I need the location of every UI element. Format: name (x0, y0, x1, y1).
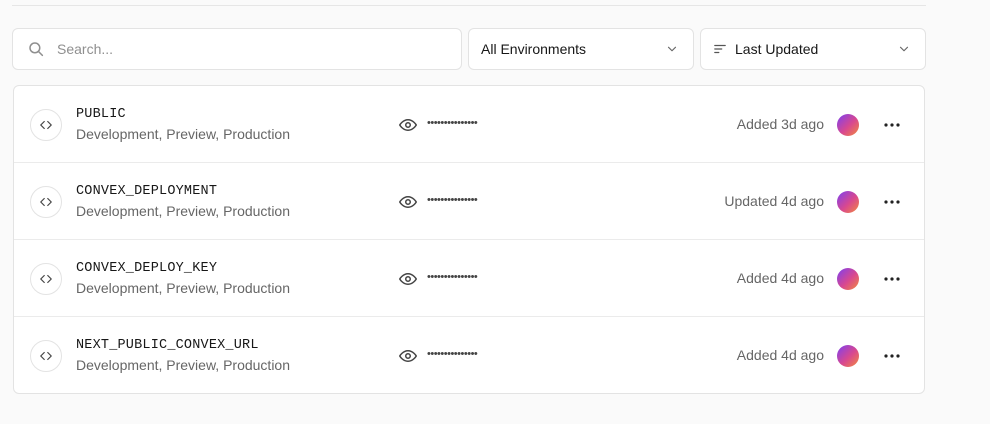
masked-value: ••••••••••••••• (427, 271, 478, 283)
environment-select[interactable]: All Environments (468, 28, 694, 70)
avatar (837, 345, 859, 367)
environment-select-label: All Environments (481, 41, 587, 57)
search-icon (29, 42, 44, 57)
updated-time: Added 4d ago (736, 347, 824, 363)
masked-value: ••••••••••••••• (427, 194, 478, 206)
masked-value: ••••••••••••••• (427, 117, 478, 129)
env-variable-row[interactable]: PUBLIC Development, Preview, Production … (14, 86, 924, 163)
more-horizontal-icon (884, 123, 900, 127)
env-variable-row[interactable]: CONVEX_DEPLOY_KEY Development, Preview, … (14, 240, 924, 317)
variable-name: NEXT_PUBLIC_CONVEX_URL (76, 338, 259, 353)
more-horizontal-icon (884, 277, 900, 281)
updated-time: Added 4d ago (736, 270, 824, 286)
variable-name: PUBLIC (76, 107, 126, 122)
search-box[interactable] (12, 28, 462, 70)
top-divider (12, 5, 926, 6)
chevron-down-icon (667, 46, 677, 52)
avatar (837, 268, 859, 290)
more-options-button[interactable] (880, 345, 904, 367)
more-horizontal-icon (884, 200, 900, 204)
code-brackets-icon (30, 340, 62, 372)
avatar (837, 114, 859, 136)
code-brackets-icon (30, 263, 62, 295)
eye-icon[interactable] (398, 270, 418, 288)
eye-icon[interactable] (398, 193, 418, 211)
variable-environments: Development, Preview, Production (76, 357, 290, 373)
code-brackets-icon (30, 186, 62, 218)
sort-select[interactable]: Last Updated (700, 28, 926, 70)
chevron-down-icon (899, 46, 909, 52)
avatar (837, 191, 859, 213)
more-options-button[interactable] (880, 268, 904, 290)
filter-bar: All Environments Last Updated (12, 28, 926, 70)
env-variable-row[interactable]: NEXT_PUBLIC_CONVEX_URL Development, Prev… (14, 317, 924, 393)
more-options-button[interactable] (880, 114, 904, 136)
eye-icon[interactable] (398, 347, 418, 365)
sort-select-label: Last Updated (735, 41, 819, 57)
env-variable-list: PUBLIC Development, Preview, Production … (13, 85, 925, 394)
variable-name: CONVEX_DEPLOYMENT (76, 184, 218, 199)
updated-time: Updated 4d ago (724, 193, 824, 209)
code-brackets-icon (30, 109, 62, 141)
search-input[interactable] (57, 41, 437, 57)
more-options-button[interactable] (880, 191, 904, 213)
variable-name: CONVEX_DEPLOY_KEY (76, 261, 218, 276)
variable-environments: Development, Preview, Production (76, 203, 290, 219)
updated-time: Added 3d ago (736, 116, 824, 132)
variable-environments: Development, Preview, Production (76, 280, 290, 296)
more-horizontal-icon (884, 354, 900, 358)
masked-value: ••••••••••••••• (427, 348, 478, 360)
eye-icon[interactable] (398, 116, 418, 134)
env-variable-row[interactable]: CONVEX_DEPLOYMENT Development, Preview, … (14, 163, 924, 240)
sort-lines-icon (714, 44, 726, 54)
variable-environments: Development, Preview, Production (76, 126, 290, 142)
